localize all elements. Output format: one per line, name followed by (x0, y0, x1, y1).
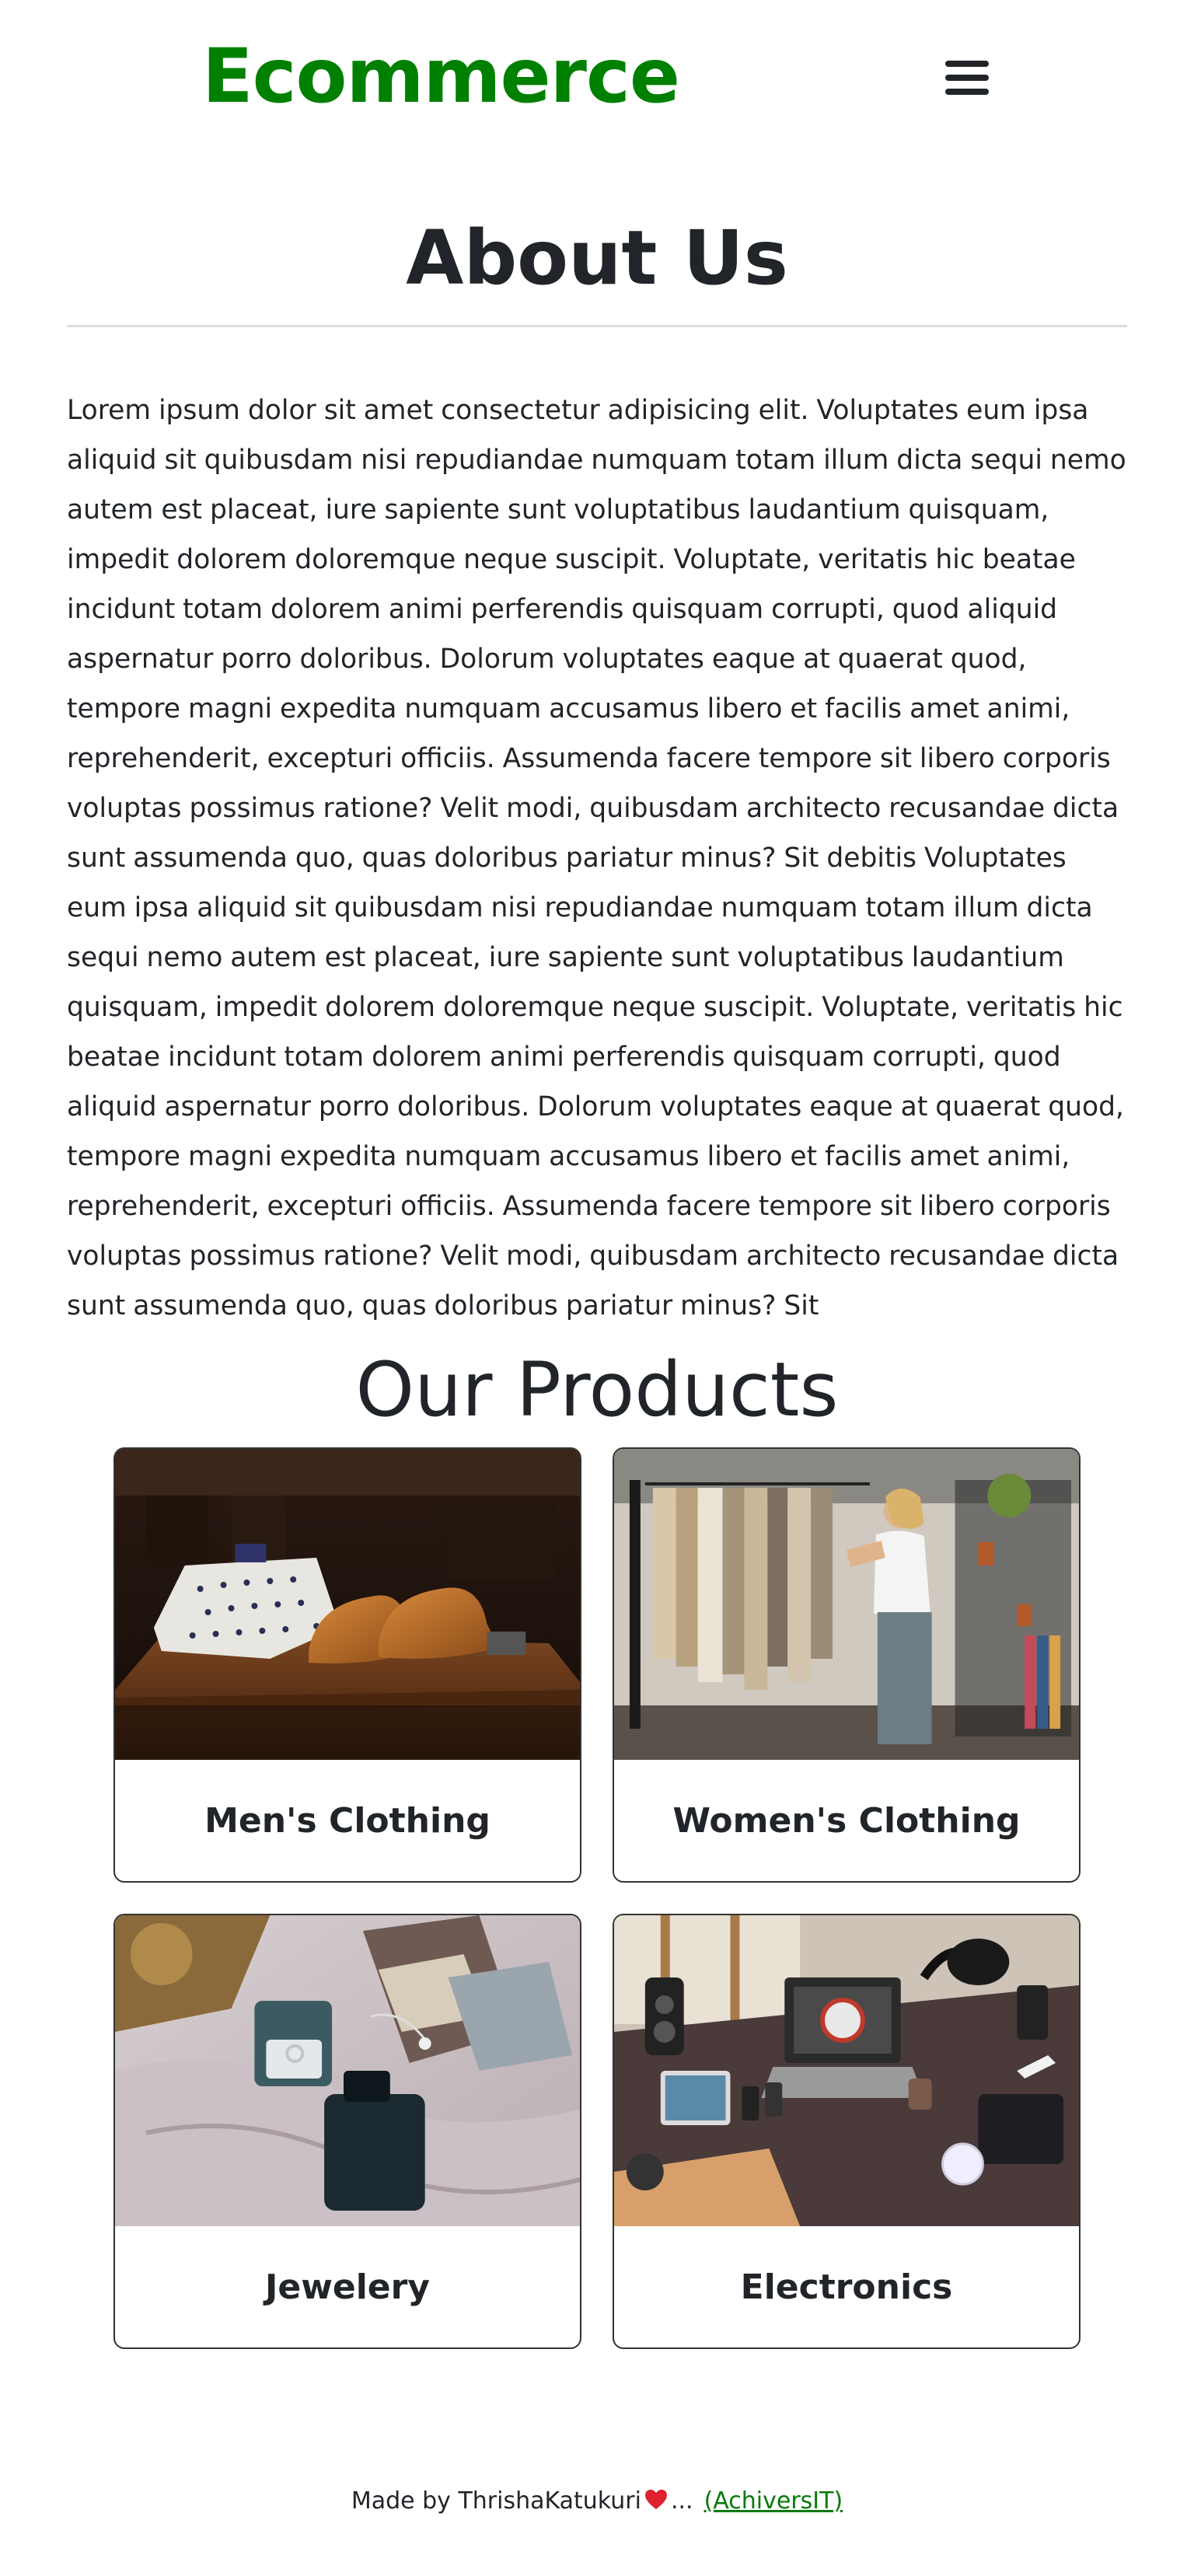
footer-made-by: Made by ThrishaKatukuri (351, 2487, 641, 2515)
jewelery-image (115, 1915, 580, 2226)
heart-icon (644, 2489, 667, 2510)
hamburger-menu-icon[interactable] (942, 56, 992, 99)
womens-clothing-image (614, 1449, 1079, 1760)
about-title: About Us (406, 215, 788, 302)
hamburger-bar (945, 61, 989, 67)
footer: Made by ThrishaKatukuri... (AchiversIT) (0, 2487, 1194, 2515)
brand-logo[interactable]: Ecommerce (202, 39, 680, 113)
electronics-image (614, 1915, 1079, 2226)
mens-clothing-image (115, 1449, 580, 1760)
about-text: Lorem ipsum dolor sit amet consectetur a… (67, 395, 1126, 1321)
product-label: Men's Clothing (204, 1800, 491, 1841)
product-label: Electronics (740, 2267, 953, 2307)
hamburger-bar (945, 89, 989, 95)
navbar: Ecommerce (0, 0, 1194, 163)
product-card-womens-clothing[interactable]: Women's Clothing (613, 1447, 1081, 1883)
footer-link[interactable]: (AchiversIT) (704, 2487, 843, 2515)
product-card-jewelery[interactable]: Jewelery (113, 1914, 581, 2349)
products-title: Our Products (355, 1346, 839, 1433)
product-label: Jewelery (264, 2267, 430, 2307)
product-label: Women's Clothing (672, 1800, 1021, 1841)
divider (67, 325, 1127, 327)
product-card-mens-clothing[interactable]: Men's Clothing (113, 1447, 581, 1883)
product-card-electronics[interactable]: Electronics (613, 1914, 1081, 2349)
hamburger-bar (945, 75, 989, 81)
footer-ellipsis: ... (670, 2487, 693, 2515)
